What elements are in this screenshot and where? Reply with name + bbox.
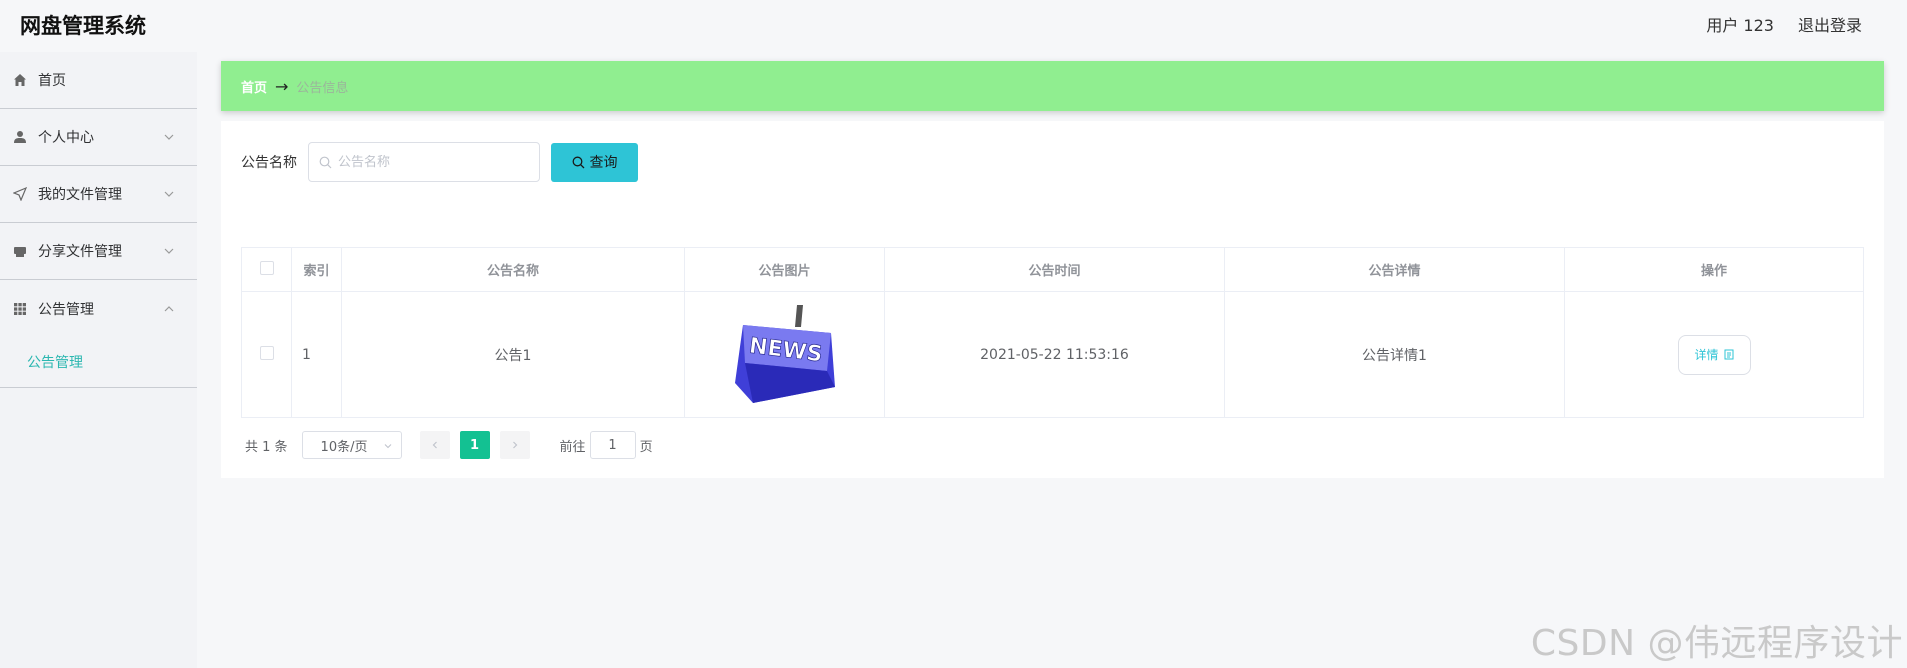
notice-table: 索引 公告名称 公告图片 公告时间 公告详情 操作 1 公告1 NEWS 202… xyxy=(241,247,1864,418)
page-size-select[interactable]: 10条/页 xyxy=(301,431,402,459)
next-page-button[interactable] xyxy=(499,431,530,459)
search-label: 公告名称 xyxy=(241,155,297,171)
chevron-down-icon xyxy=(384,444,391,449)
breadcrumb-separator: → xyxy=(275,76,289,96)
sidebar-item-home[interactable]: 首页 xyxy=(0,52,197,109)
detail-button[interactable]: 详情 xyxy=(1677,334,1751,375)
sidebar-item-my-files[interactable]: 我的文件管理 xyxy=(0,166,197,223)
select-all-checkbox[interactable] xyxy=(259,260,274,275)
pagination-total: 共 1 条 xyxy=(245,439,288,455)
news-image[interactable]: NEWS xyxy=(734,304,835,405)
grid-icon xyxy=(12,301,28,317)
query-button[interactable]: 查询 xyxy=(551,142,638,182)
search-icon xyxy=(572,156,584,168)
table-row: 1 公告1 NEWS 2021-05-22 11:53:16 公告详情1 详情 xyxy=(241,291,1864,418)
content-panel: 公告名称 查询 索引 公告名称 公告图片 公告时间 公告详情 操作 xyxy=(221,121,1884,478)
logout-link[interactable]: 退出登录 xyxy=(1798,12,1862,36)
chevron-down-icon xyxy=(164,134,174,140)
page-number-1[interactable]: 1 xyxy=(459,431,490,459)
sidebar-item-personal-center[interactable]: 个人中心 xyxy=(0,109,197,166)
sidebar-item-label: 我的文件管理 xyxy=(38,187,122,203)
printer-icon xyxy=(12,243,28,259)
document-icon xyxy=(1724,349,1733,360)
header-user-area: 用户 123 退出登录 xyxy=(1706,12,1862,36)
top-header: 网盘管理系统 用户 123 退出登录 xyxy=(0,0,1907,46)
pagination: 共 1 条 10条/页 1 前往 页 xyxy=(245,431,653,459)
prev-page-button[interactable] xyxy=(419,431,450,459)
search-icon xyxy=(319,156,332,168)
chevron-left-icon xyxy=(432,441,437,449)
search-form: 公告名称 查询 xyxy=(241,142,638,182)
detail-button-label: 详情 xyxy=(1694,348,1719,362)
row-name: 公告1 xyxy=(341,291,685,418)
column-header-index: 索引 xyxy=(291,247,342,292)
column-header-name: 公告名称 xyxy=(341,247,685,292)
sidebar: 首页 个人中心 我的文件管理 分享文件管理 公告管理 公告管理 xyxy=(0,52,197,668)
column-header-actions: 操作 xyxy=(1564,247,1864,292)
row-detail: 公告详情1 xyxy=(1224,291,1565,418)
column-header-detail: 公告详情 xyxy=(1224,247,1565,292)
chevron-up-icon xyxy=(164,305,174,311)
column-header-image: 公告图片 xyxy=(684,247,885,292)
goto-label: 前往 xyxy=(559,439,586,455)
watermark: CSDN @伟远程序设计 xyxy=(1530,623,1903,664)
goto-page-input[interactable] xyxy=(589,431,636,459)
row-checkbox[interactable] xyxy=(259,345,274,360)
send-icon xyxy=(12,186,28,202)
sidebar-item-label: 个人中心 xyxy=(38,130,94,146)
submenu-notice-management[interactable]: 公告管理 xyxy=(0,337,197,388)
sidebar-item-label: 首页 xyxy=(38,73,66,89)
row-time: 2021-05-22 11:53:16 xyxy=(884,291,1225,418)
row-index: 1 xyxy=(291,291,342,418)
row-image-cell: NEWS xyxy=(684,291,885,418)
user-icon xyxy=(12,129,28,145)
breadcrumb-current: 公告信息 xyxy=(296,80,349,96)
app-title: 网盘管理系统 xyxy=(20,14,146,38)
column-header-time: 公告时间 xyxy=(884,247,1225,292)
select-all-cell xyxy=(241,247,292,292)
goto-suffix: 页 xyxy=(639,439,653,455)
row-select-cell xyxy=(241,291,292,418)
sidebar-item-label: 分享文件管理 xyxy=(38,244,122,260)
search-input[interactable] xyxy=(338,154,528,170)
table-header-row: 索引 公告名称 公告图片 公告时间 公告详情 操作 xyxy=(241,247,1864,292)
row-actions-cell: 详情 xyxy=(1564,291,1864,418)
chevron-down-icon xyxy=(164,248,174,254)
home-icon xyxy=(12,72,28,88)
breadcrumb: 首页 → 公告信息 xyxy=(221,61,1884,111)
chevron-down-icon xyxy=(164,191,174,197)
query-button-label: 查询 xyxy=(589,155,618,171)
sidebar-item-shared-files[interactable]: 分享文件管理 xyxy=(0,223,197,280)
page-size-value: 10条/页 xyxy=(320,439,368,455)
chevron-right-icon xyxy=(512,441,517,449)
search-field[interactable] xyxy=(308,142,540,182)
sidebar-item-label: 公告管理 xyxy=(38,301,94,318)
user-label[interactable]: 用户 123 xyxy=(1706,12,1774,36)
sidebar-item-notice-management[interactable]: 公告管理 xyxy=(0,280,197,337)
breadcrumb-home[interactable]: 首页 xyxy=(241,77,267,96)
